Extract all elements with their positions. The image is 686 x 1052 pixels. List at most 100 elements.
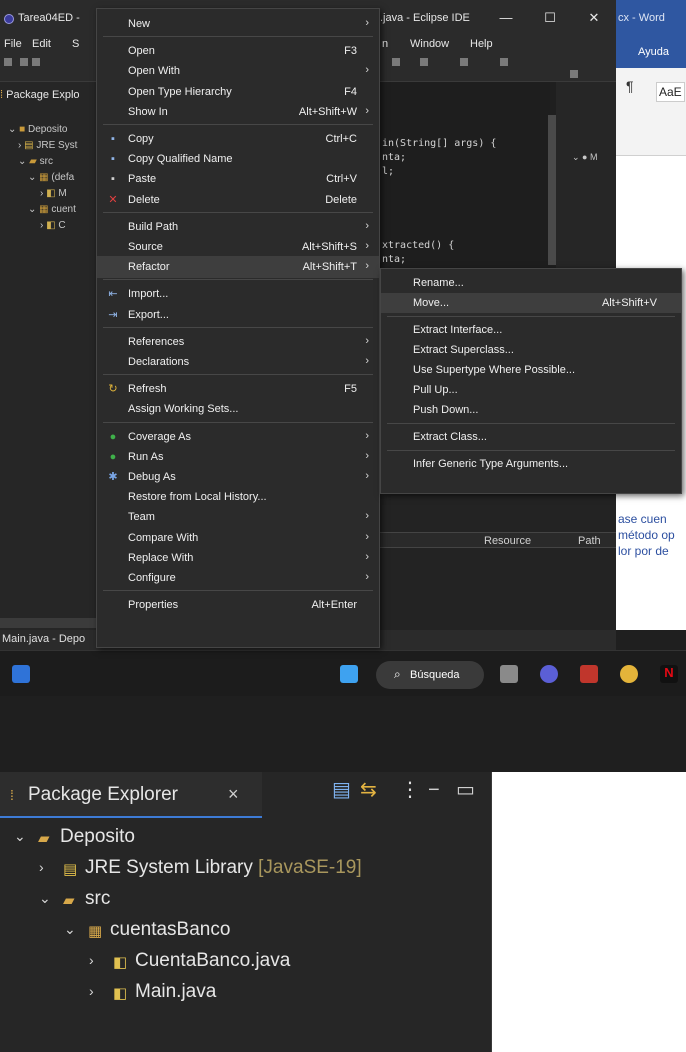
paragraph-mark-icon[interactable]: ¶ bbox=[626, 78, 634, 94]
word-text-3: lor por de bbox=[618, 544, 669, 558]
chevron-down-icon[interactable]: ⌄ bbox=[14, 828, 26, 845]
menu-item-copy[interactable]: ▪ Copy Ctrl+C bbox=[97, 128, 379, 150]
tab-close-icon[interactable]: × bbox=[228, 784, 239, 805]
code-line-2: nta; bbox=[382, 152, 407, 163]
menu-item-open-with[interactable]: Open With › bbox=[97, 60, 379, 82]
toolbar-new-icon[interactable] bbox=[4, 58, 12, 66]
tree-row-main-small[interactable]: › ◧ M bbox=[40, 188, 67, 199]
refresh-icon: ↻ bbox=[108, 383, 118, 396]
toolbar-search-icon[interactable] bbox=[570, 70, 578, 78]
menu-item-configure[interactable]: Configure › bbox=[97, 567, 379, 589]
menu-item-build-path[interactable]: Build Path › bbox=[97, 216, 379, 238]
column-path[interactable]: Path bbox=[578, 535, 601, 547]
toolbar-perspective-icon[interactable] bbox=[500, 58, 508, 66]
toolbar-nav-icon[interactable] bbox=[392, 58, 400, 66]
menu-item-open[interactable]: Open F3 bbox=[97, 40, 379, 62]
package-explorer-tab[interactable]: ⁞ Package Explorer × bbox=[0, 772, 262, 818]
code-line-3: l; bbox=[382, 166, 395, 177]
menu-item-copy-qualified-name[interactable]: ▪ Copy Qualified Name bbox=[97, 148, 379, 170]
menu-item-open-type-hierarchy[interactable]: Open Type Hierarchy F4 bbox=[97, 81, 379, 103]
menu-item-paste[interactable]: ▪ Paste Ctrl+V bbox=[97, 168, 379, 190]
windows-start-icon[interactable] bbox=[340, 665, 358, 683]
tree-row-jre-small[interactable]: › ▤ JRE Syst bbox=[18, 140, 77, 151]
minimize-view-icon[interactable]: − bbox=[428, 778, 440, 802]
view-menu-icon[interactable]: ⋮ bbox=[400, 778, 420, 802]
editor-scrollbar[interactable] bbox=[548, 115, 556, 265]
file-explorer-icon[interactable] bbox=[500, 665, 518, 683]
toolbar-save-icon[interactable] bbox=[20, 58, 28, 66]
submenu-item-extract-superclass[interactable]: Extract Superclass... bbox=[381, 340, 681, 360]
menu-item-source[interactable]: Source Alt+Shift+S › bbox=[97, 236, 379, 258]
minimize-icon[interactable]: — bbox=[494, 8, 518, 28]
horizontal-scrollbar[interactable] bbox=[0, 618, 96, 628]
chevron-down-icon[interactable]: ⌄ bbox=[64, 921, 76, 938]
outline-item[interactable]: ⌄ ● M bbox=[572, 152, 597, 163]
menu-file[interactable]: File bbox=[4, 38, 22, 50]
menu-item-delete[interactable]: ✕ Delete Delete bbox=[97, 189, 379, 211]
submenu-item-infer-generic-type-arguments[interactable]: Infer Generic Type Arguments... bbox=[381, 454, 681, 474]
collapse-all-icon[interactable]: ▤ bbox=[332, 778, 351, 802]
menu-edit[interactable]: Edit bbox=[32, 38, 51, 50]
tree-row-cuenta-small[interactable]: › ◧ C bbox=[40, 220, 66, 231]
menu-run-fragment[interactable]: n bbox=[382, 38, 388, 50]
menu-item-properties[interactable]: Properties Alt+Enter bbox=[97, 594, 379, 616]
tree-row-default-small[interactable]: ⌄ ▦ (defa bbox=[28, 172, 74, 183]
menu-item-label: Compare With bbox=[128, 531, 199, 544]
menu-item-restore-from-local-history[interactable]: Restore from Local History... bbox=[97, 486, 379, 508]
menu-help[interactable]: Help bbox=[470, 38, 493, 50]
menu-item-refactor[interactable]: Refactor Alt+Shift+T › bbox=[97, 256, 379, 279]
menu-item-replace-with[interactable]: Replace With › bbox=[97, 547, 379, 569]
submenu-item-move[interactable]: Move... Alt+Shift+V bbox=[381, 293, 681, 313]
menu-item-new[interactable]: New › bbox=[97, 13, 379, 35]
code-line-4: xtracted() { bbox=[382, 240, 455, 251]
toolbar-back-icon[interactable] bbox=[420, 58, 428, 66]
close-icon[interactable]: ✕ bbox=[582, 8, 606, 28]
menu-item-references[interactable]: References › bbox=[97, 331, 379, 353]
taskbar-search[interactable]: ⌕ Búsqueda bbox=[376, 661, 484, 689]
word-tab-ayuda[interactable]: Ayuda bbox=[638, 46, 669, 58]
menu-window[interactable]: Window bbox=[410, 38, 449, 50]
chevron-right-icon[interactable]: › bbox=[89, 952, 94, 968]
link-with-editor-icon[interactable]: ⇆ bbox=[360, 778, 377, 802]
menu-item-refresh[interactable]: ↻ Refresh F5 bbox=[97, 378, 379, 400]
chrome-icon[interactable] bbox=[620, 665, 638, 683]
submenu-item-extract-class[interactable]: Extract Class... bbox=[381, 427, 681, 447]
tree-row-src-small[interactable]: ⌄ ▰ src bbox=[18, 156, 53, 167]
menu-item-coverage-as[interactable]: ● Coverage As › bbox=[97, 426, 379, 448]
submenu-item-extract-interface[interactable]: Extract Interface... bbox=[381, 320, 681, 340]
menu-item-assign-working-sets[interactable]: Assign Working Sets... bbox=[97, 398, 379, 420]
menu-item-import[interactable]: ⇤ Import... bbox=[97, 283, 379, 305]
menu-item-declarations[interactable]: Declarations › bbox=[97, 351, 379, 373]
maximize-view-icon[interactable]: ▭ bbox=[456, 778, 475, 802]
menu-item-team[interactable]: Team › bbox=[97, 506, 379, 528]
submenu-item-use-supertype-where-possible[interactable]: Use Supertype Where Possible... bbox=[381, 360, 681, 380]
maximize-icon[interactable]: ☐ bbox=[538, 8, 562, 28]
pdf-reader-icon[interactable] bbox=[580, 665, 598, 683]
teams-icon[interactable] bbox=[540, 665, 558, 683]
submenu-item-rename[interactable]: Rename... bbox=[381, 273, 681, 293]
chevron-down-icon[interactable]: ⌄ bbox=[39, 890, 51, 907]
word-style-gallery[interactable]: AaE bbox=[656, 82, 685, 102]
menu-item-export[interactable]: ⇥ Export... bbox=[97, 304, 379, 326]
menu-item-shortcut: Ctrl+C bbox=[325, 133, 357, 145]
tree-item-decoration: [JavaSE-19] bbox=[258, 857, 362, 878]
column-resource[interactable]: Resource bbox=[484, 535, 531, 547]
menu-item-show-in[interactable]: Show In Alt+Shift+W › bbox=[97, 101, 379, 123]
menu-item-run-as[interactable]: ● Run As › bbox=[97, 446, 379, 468]
menu-item-debug-as[interactable]: ✱ Debug As › bbox=[97, 466, 379, 488]
chevron-right-icon[interactable]: › bbox=[39, 859, 44, 875]
menu-source-fragment[interactable]: S bbox=[72, 38, 79, 50]
toolbar-print-icon[interactable] bbox=[32, 58, 40, 66]
tree-item-text: JRE System Library [JavaSE-19] bbox=[85, 857, 362, 879]
toolbar-forward-icon[interactable] bbox=[460, 58, 468, 66]
tree-row-cuentas-small[interactable]: ⌄ ▦ cuent bbox=[28, 204, 76, 215]
submenu-item-push-down[interactable]: Push Down... bbox=[381, 400, 681, 420]
widgets-icon[interactable] bbox=[12, 665, 30, 683]
chevron-right-icon[interactable]: › bbox=[89, 983, 94, 999]
netflix-icon[interactable]: N bbox=[660, 665, 678, 683]
submenu-item-pull-up[interactable]: Pull Up... bbox=[381, 380, 681, 400]
tree-row-deposito-small[interactable]: ⌄ ■ Deposito bbox=[8, 124, 67, 135]
window-title-left: Tarea04ED - bbox=[18, 12, 80, 24]
menu-item-shortcut: F5 bbox=[344, 383, 357, 396]
menu-item-compare-with[interactable]: Compare With › bbox=[97, 527, 379, 549]
